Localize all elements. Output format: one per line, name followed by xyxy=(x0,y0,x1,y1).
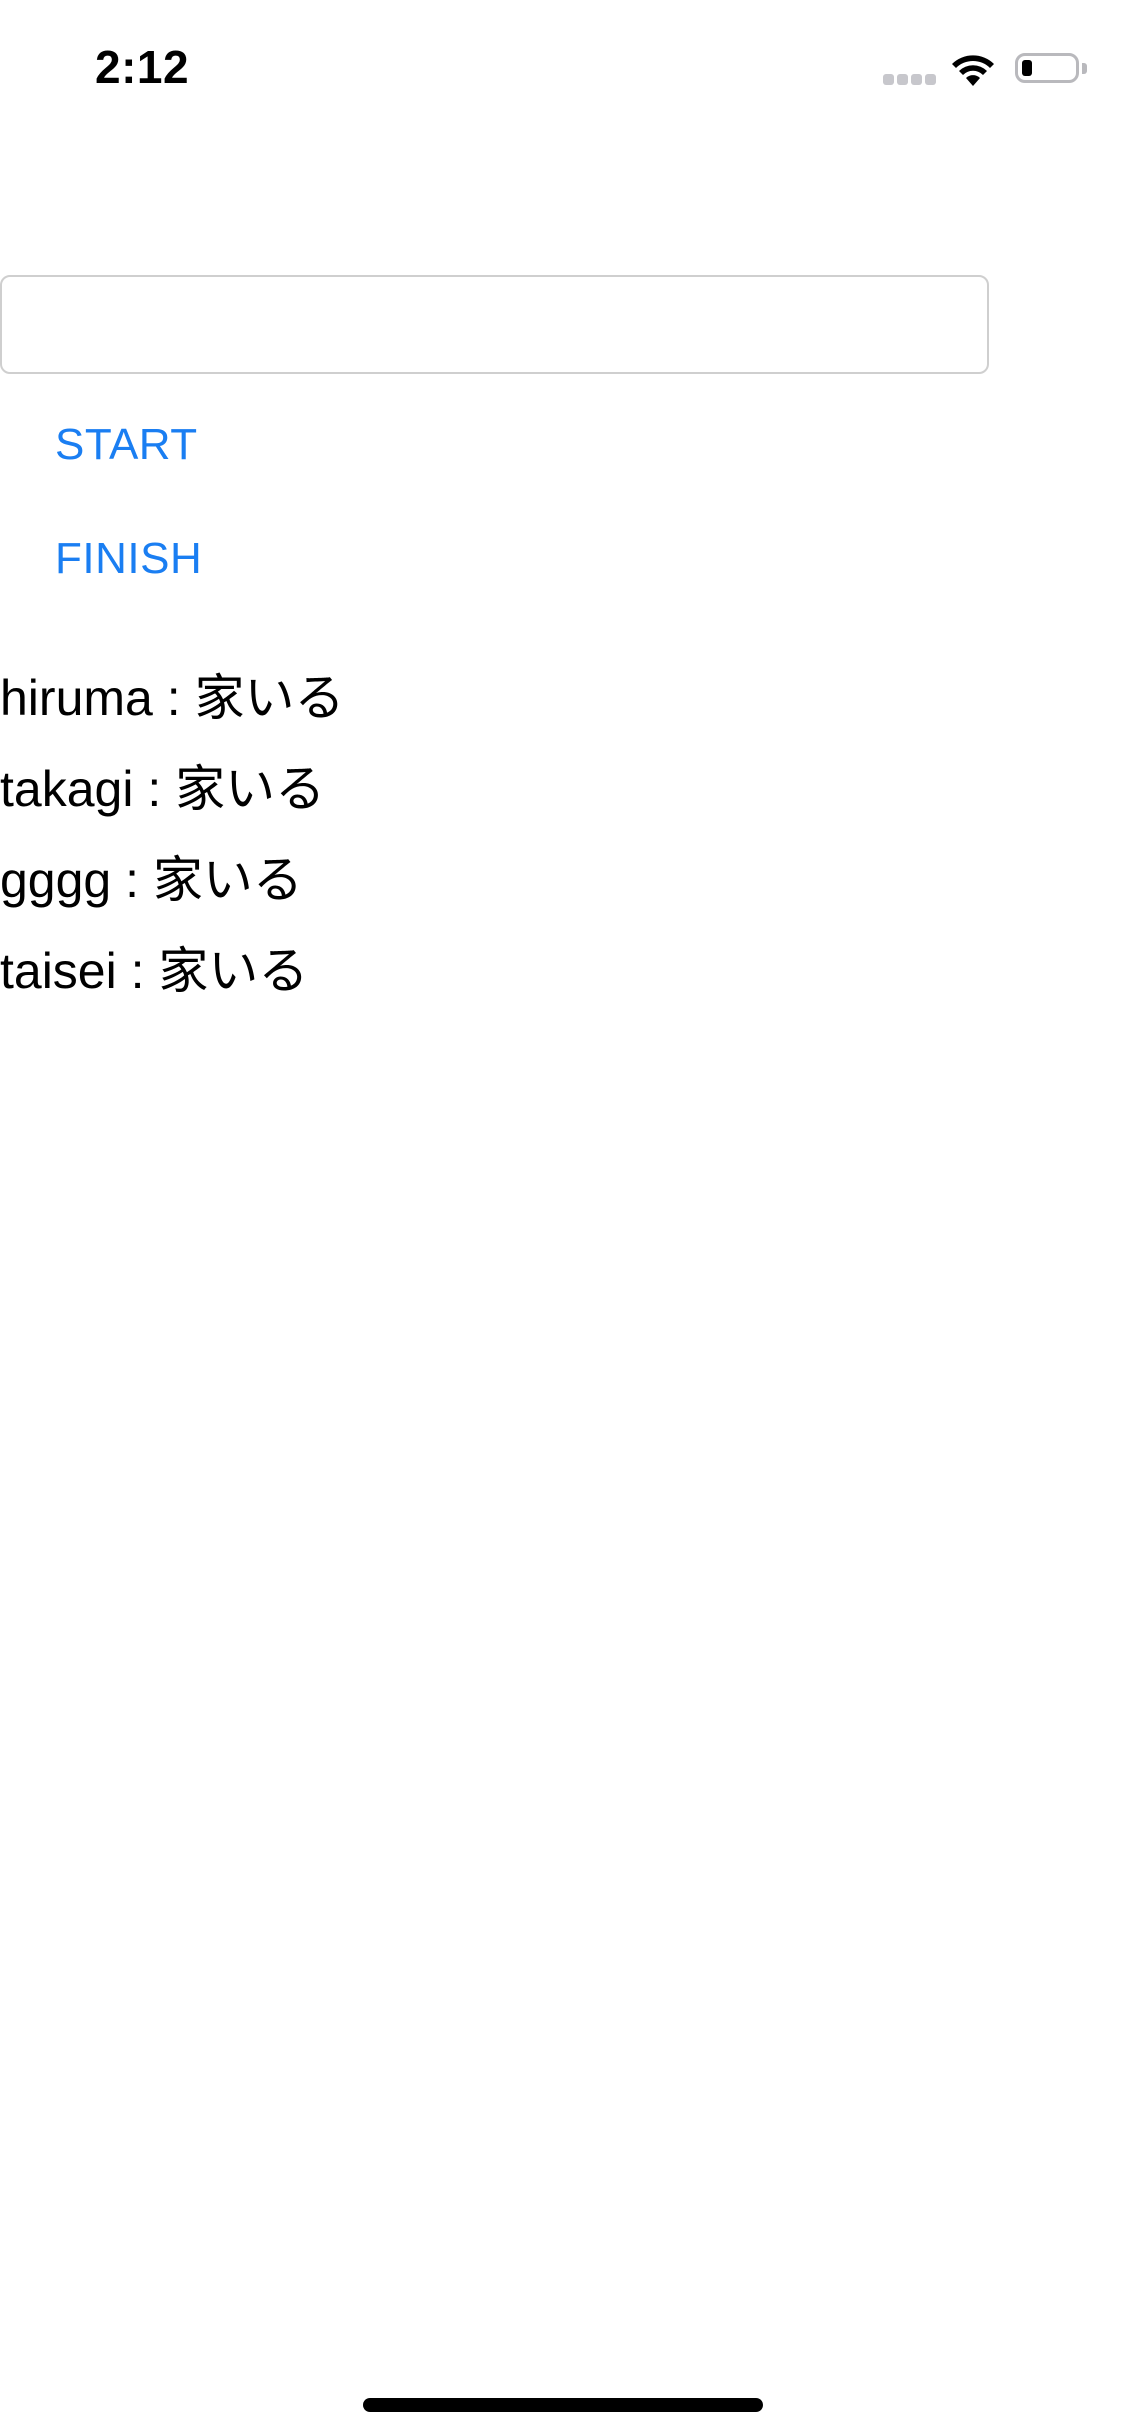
battery-cap xyxy=(1082,63,1087,74)
battery-icon xyxy=(1015,53,1079,83)
home-indicator[interactable] xyxy=(363,2398,763,2412)
list-item: hiruma : 家いる xyxy=(0,670,345,726)
app-screen: 2:12 START FINISH hiruma : 家いる takagi : … xyxy=(0,0,1125,2436)
start-button[interactable]: START xyxy=(55,420,198,470)
list-item: gggg : 家いる xyxy=(0,852,303,908)
wifi-icon xyxy=(952,55,994,86)
list-item: takagi : 家いる xyxy=(0,761,326,817)
text-input-field[interactable] xyxy=(0,275,989,374)
list-item: taisei : 家いる xyxy=(0,943,309,999)
status-time: 2:12 xyxy=(95,41,190,93)
user-status-list: hiruma : 家いる takagi : 家いる gggg : 家いる tai… xyxy=(0,668,345,1032)
cellular-signal-icon xyxy=(883,74,937,88)
finish-button[interactable]: FINISH xyxy=(55,534,202,584)
battery-level-fill xyxy=(1022,60,1032,76)
